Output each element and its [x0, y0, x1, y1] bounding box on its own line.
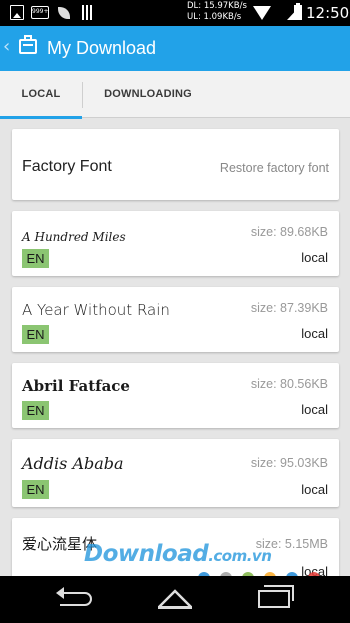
- font-size: size: 89.68KB: [250, 225, 328, 239]
- language-badge: EN: [22, 249, 49, 268]
- nav-recents-icon[interactable]: [258, 585, 294, 608]
- font-status: local: [301, 250, 328, 265]
- font-list[interactable]: Factory Font Restore factory font A Hund…: [0, 118, 350, 576]
- back-chevron-icon[interactable]: ‹: [3, 37, 10, 57]
- notification-count-badge: 999+: [31, 6, 49, 19]
- font-size: size: 80.56KB: [250, 377, 328, 391]
- font-card[interactable]: Addis Ababa size: 95.03KB EN local: [12, 439, 339, 507]
- font-name: A Hundred Miles: [22, 230, 126, 244]
- barcode-icon: [82, 5, 94, 20]
- font-size: size: 95.03KB: [250, 456, 328, 470]
- image-notification-icon: [10, 5, 24, 20]
- font-name: Abril Fatface: [22, 377, 130, 395]
- tab-bar: LOCAL DOWNLOADING: [0, 71, 350, 119]
- clock: 12:50: [306, 4, 350, 22]
- language-badge: EN: [22, 325, 49, 344]
- tab-downloading[interactable]: DOWNLOADING: [83, 71, 213, 118]
- status-bar: 999+ DL: 15.97KB/s UL: 1.09KB/s 12:50: [0, 0, 350, 26]
- restore-factory-font-button[interactable]: Restore factory font: [220, 160, 329, 176]
- font-status: local: [301, 402, 328, 417]
- leaf-icon: [58, 7, 70, 19]
- battery-icon: [294, 3, 302, 20]
- download-speed: DL: 15.97KB/s: [187, 1, 247, 11]
- factory-font-name: Factory Font: [22, 158, 112, 175]
- factory-font-card[interactable]: Factory Font Restore factory font: [12, 129, 339, 200]
- font-status: local: [301, 564, 328, 576]
- page-title: My Download: [47, 38, 157, 58]
- app-bar: ‹ My Download: [0, 26, 350, 71]
- upload-speed: UL: 1.09KB/s: [187, 12, 242, 22]
- home-outline-icon[interactable]: [157, 587, 193, 609]
- wifi-icon: [253, 6, 271, 20]
- language-badge: EN: [22, 480, 49, 499]
- tab-local[interactable]: LOCAL: [0, 71, 82, 119]
- font-name: A Year Without Rain: [22, 301, 170, 319]
- app-logo-icon[interactable]: [19, 35, 37, 54]
- tab-local-label: LOCAL: [21, 88, 61, 100]
- tab-downloading-label: DOWNLOADING: [104, 88, 192, 100]
- font-card[interactable]: A Year Without Rain size: 87.39KB EN loc…: [12, 287, 339, 352]
- font-name: 爱心流星体: [22, 535, 98, 553]
- font-name: Addis Ababa: [22, 454, 124, 473]
- font-status: local: [301, 482, 328, 497]
- nav-back-icon[interactable]: [56, 587, 92, 606]
- network-speed: DL: 15.97KB/s UL: 1.09KB/s: [187, 1, 247, 23]
- font-card[interactable]: 爱心流星体 size: 5.15MB local: [12, 518, 339, 576]
- font-size: size: 5.15MB: [255, 537, 328, 551]
- system-nav-bar: [0, 576, 350, 623]
- font-card[interactable]: A Hundred Miles size: 89.68KB EN local: [12, 211, 339, 276]
- font-size: size: 87.39KB: [250, 301, 328, 315]
- language-badge: EN: [22, 401, 49, 420]
- font-status: local: [301, 326, 328, 341]
- font-card[interactable]: Abril Fatface size: 80.56KB EN local: [12, 363, 339, 428]
